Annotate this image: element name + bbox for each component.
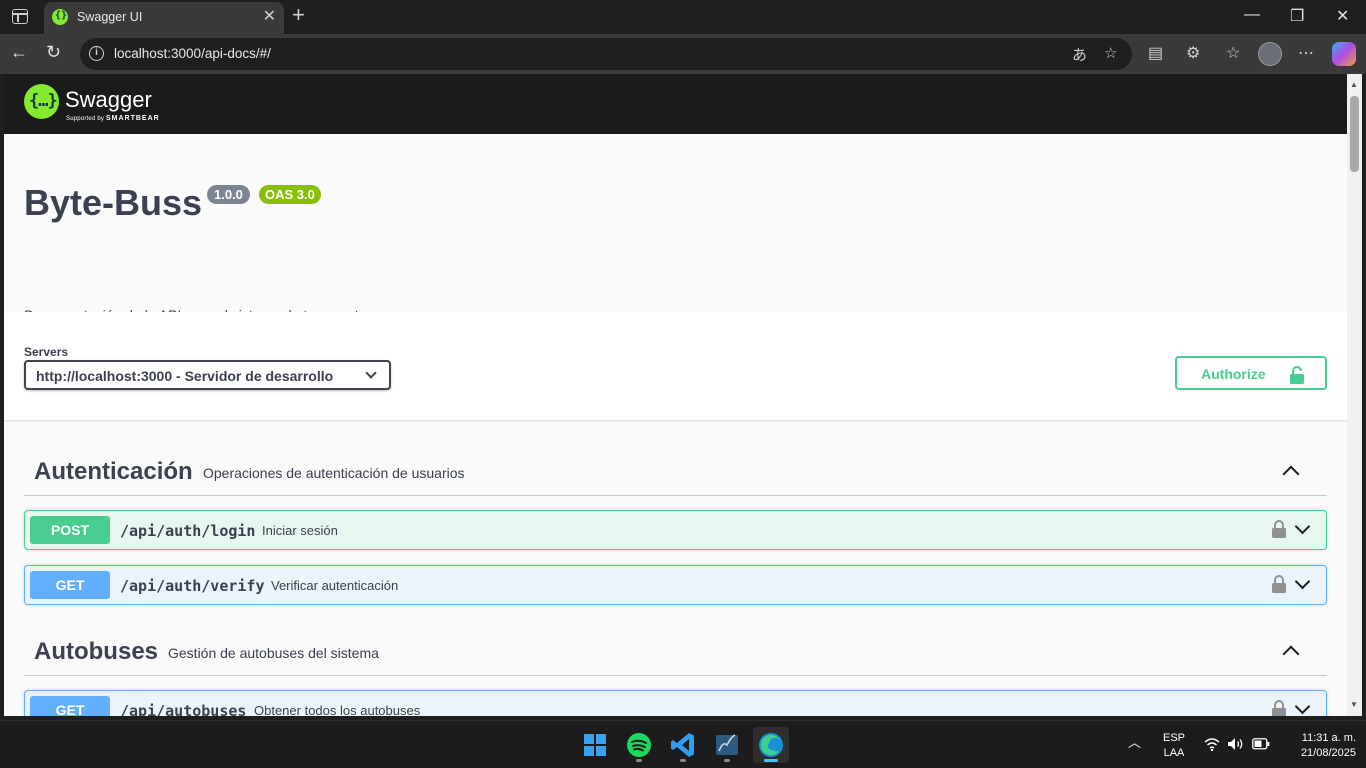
chevron-down-icon [365, 367, 377, 379]
running-indicator [636, 759, 642, 762]
browser-tab-bar: Swagger UI ✕ + — ❐ ✕ [0, 0, 1366, 34]
authorize-button[interactable]: Authorize [1175, 356, 1327, 390]
swagger-brand: Swagger [65, 87, 152, 112]
authorize-label: Authorize [1201, 366, 1266, 382]
scheme-container: Servers http://localhost:3000 - Servidor… [4, 312, 1347, 420]
language-code: ESP [1162, 732, 1185, 744]
method-badge: GET [30, 571, 110, 599]
spotify-icon [627, 733, 651, 757]
running-indicator [724, 759, 730, 762]
address-url[interactable]: localhost:3000/api-docs/#/ [114, 46, 271, 61]
volume-icon[interactable] [1227, 737, 1245, 751]
profile-avatar[interactable] [1258, 42, 1282, 66]
page-scrollbar[interactable]: ▲ ▼ [1347, 74, 1362, 716]
site-info-icon[interactable]: i [89, 46, 104, 61]
clock[interactable]: 11:31 a. m. 21/08/2025 [1280, 731, 1356, 761]
edge-taskbar-button[interactable] [753, 727, 789, 763]
clock-time: 11:31 a. m. [1301, 732, 1356, 744]
operation-get-autobuses[interactable]: GET /api/autobuses Obtener todos los aut… [24, 690, 1327, 716]
start-button[interactable] [577, 727, 613, 763]
windows-logo-icon [584, 734, 606, 756]
edge-icon [759, 733, 783, 757]
address-bar[interactable]: i localhost:3000/api-docs/#/ あ ☆ [80, 38, 1132, 70]
page-viewport: {…} Swagger Supported by SMARTBEAR Byte-… [4, 74, 1347, 716]
operation-post-auth-login[interactable]: POST /api/auth/login Iniciar sesión [24, 510, 1327, 550]
spotify-taskbar-button[interactable] [621, 727, 657, 763]
refresh-icon[interactable]: ↻ [46, 42, 61, 62]
lock-icon[interactable] [1272, 575, 1286, 593]
method-badge: GET [30, 696, 110, 716]
servers-select[interactable]: http://localhost:3000 - Servidor de desa… [24, 360, 391, 390]
extensions-icon[interactable]: ⚙ [1186, 44, 1200, 64]
collections-icon[interactable]: ▤ [1148, 44, 1163, 64]
tag-name: Autenticación [34, 458, 193, 485]
read-aloud-icon[interactable]: あ [1072, 44, 1087, 65]
back-icon[interactable]: ← [10, 42, 28, 62]
favorite-star-icon[interactable]: ☆ [1104, 44, 1117, 62]
swagger-favicon-icon [52, 9, 68, 25]
operation-path: /api/auth/login [120, 522, 256, 540]
operation-get-auth-verify[interactable]: GET /api/auth/verify Verificar autentica… [24, 565, 1327, 605]
operation-summary: Verificar autenticación [271, 578, 399, 593]
swagger-supported-by: Supported by SMARTBEAR [66, 115, 160, 122]
api-title: Byte-Buss [24, 182, 203, 223]
operations-area: Autenticación Operaciones de autenticaci… [4, 420, 1347, 716]
tag-description: Operaciones de autenticación de usuarios [203, 465, 465, 481]
tag-header-autenticacion[interactable]: Autenticación Operaciones de autenticaci… [24, 440, 1327, 496]
browser-toolbar: ← ↻ i localhost:3000/api-docs/#/ あ ☆ ▤ ⚙… [0, 34, 1366, 74]
swagger-topbar: {…} Swagger Supported by SMARTBEAR [4, 74, 1347, 134]
keyboard-layout: LAA [1163, 747, 1185, 759]
chevron-down-icon[interactable] [1294, 698, 1311, 715]
unlocked-icon [1290, 366, 1304, 384]
mysql-workbench-icon [716, 734, 738, 755]
operation-summary: Iniciar sesión [262, 523, 338, 538]
lock-icon[interactable] [1272, 700, 1286, 716]
close-window-icon[interactable]: ✕ [1336, 6, 1349, 26]
active-indicator [764, 759, 778, 762]
show-hidden-icons-icon[interactable]: ︿ [1128, 735, 1141, 750]
version-badge: 1.0.0 [207, 185, 250, 204]
operation-path: /api/autobuses [120, 702, 247, 716]
wifi-icon[interactable] [1204, 737, 1220, 751]
tag-name: Autobuses [34, 638, 159, 665]
clock-date: 21/08/2025 [1300, 747, 1356, 759]
tag-description: Gestión de autobuses del sistema [168, 645, 379, 661]
operation-path: /api/auth/verify [120, 577, 265, 595]
vscode-icon [671, 733, 694, 757]
scroll-down-icon[interactable]: ▼ [1350, 700, 1358, 709]
restore-icon[interactable]: ❐ [1290, 6, 1304, 26]
tag-header-autobuses[interactable]: Autobuses Gestión de autobuses del siste… [24, 620, 1327, 676]
chevron-up-icon[interactable] [1282, 465, 1300, 483]
lock-icon[interactable] [1272, 520, 1286, 538]
swagger-logo-icon[interactable]: {…} [24, 84, 59, 119]
scroll-up-icon[interactable]: ▲ [1350, 80, 1358, 89]
windows-taskbar: ︿ ESP LAA 11:31 a. m. 21/08/2025 [0, 720, 1366, 768]
servers-label: Servers [24, 345, 69, 359]
battery-icon[interactable] [1252, 738, 1270, 750]
favorites-icon[interactable]: ☆ [1226, 44, 1240, 64]
chevron-down-icon[interactable] [1294, 573, 1311, 590]
api-info: Byte-Buss 1.0.0 OAS 3.0 Documentación de… [4, 134, 1347, 323]
oas-badge: OAS 3.0 [259, 185, 321, 204]
running-indicator [680, 759, 686, 762]
close-tab-icon[interactable]: ✕ [263, 7, 276, 27]
language-indicator[interactable]: ESP LAA [1160, 731, 1188, 761]
tab-actions-icon[interactable] [12, 9, 28, 24]
chevron-down-icon[interactable] [1294, 518, 1311, 535]
minimize-icon[interactable]: — [1244, 6, 1260, 24]
more-options-icon[interactable]: ⋯ [1298, 44, 1314, 64]
mysql-workbench-taskbar-button[interactable] [709, 727, 745, 763]
method-badge: POST [30, 516, 110, 544]
new-tab-icon[interactable]: + [292, 4, 305, 26]
chevron-up-icon[interactable] [1282, 645, 1300, 663]
server-selected-value: http://localhost:3000 - Servidor de desa… [36, 368, 334, 384]
operation-summary: Obtener todos los autobuses [254, 703, 421, 716]
tab-title: Swagger UI [77, 10, 143, 24]
copilot-icon[interactable] [1332, 42, 1356, 66]
vscode-taskbar-button[interactable] [665, 727, 701, 763]
browser-tab[interactable]: Swagger UI ✕ [44, 2, 284, 34]
scrollbar-thumb[interactable] [1350, 96, 1359, 172]
